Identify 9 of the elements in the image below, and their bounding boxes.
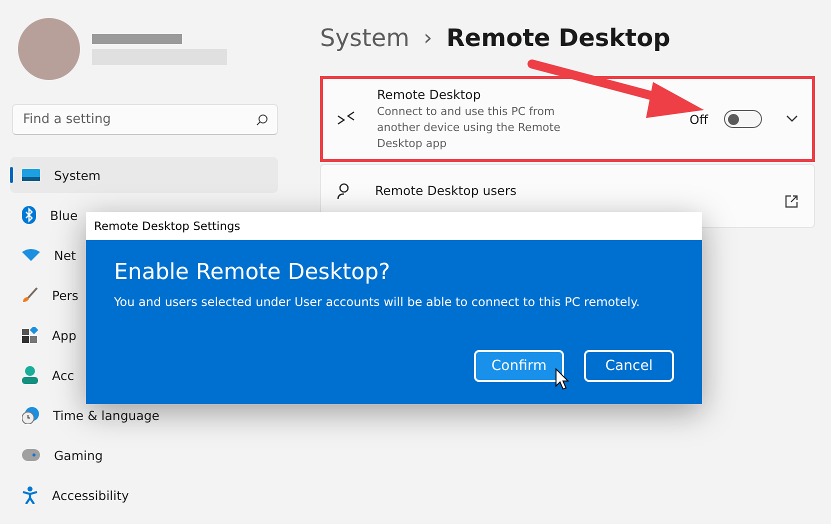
setting-description: Connect to and use this PC from another device using the Remote Desktop app — [377, 104, 562, 152]
dialog-message: You and users selected under User accounts will be able to connect to this PC remotely. — [114, 295, 641, 309]
setting-title: Remote Desktop — [377, 86, 482, 102]
setting-title: Remote Desktop users — [375, 183, 518, 198]
toggle-state-label: Off — [690, 112, 708, 126]
page-title: Remote Desktop — [446, 24, 670, 52]
breadcrumb-separator: › — [424, 26, 432, 50]
dialog-heading: Enable Remote Desktop? — [114, 260, 392, 285]
dialog-title: Remote Desktop Settings — [86, 212, 702, 240]
